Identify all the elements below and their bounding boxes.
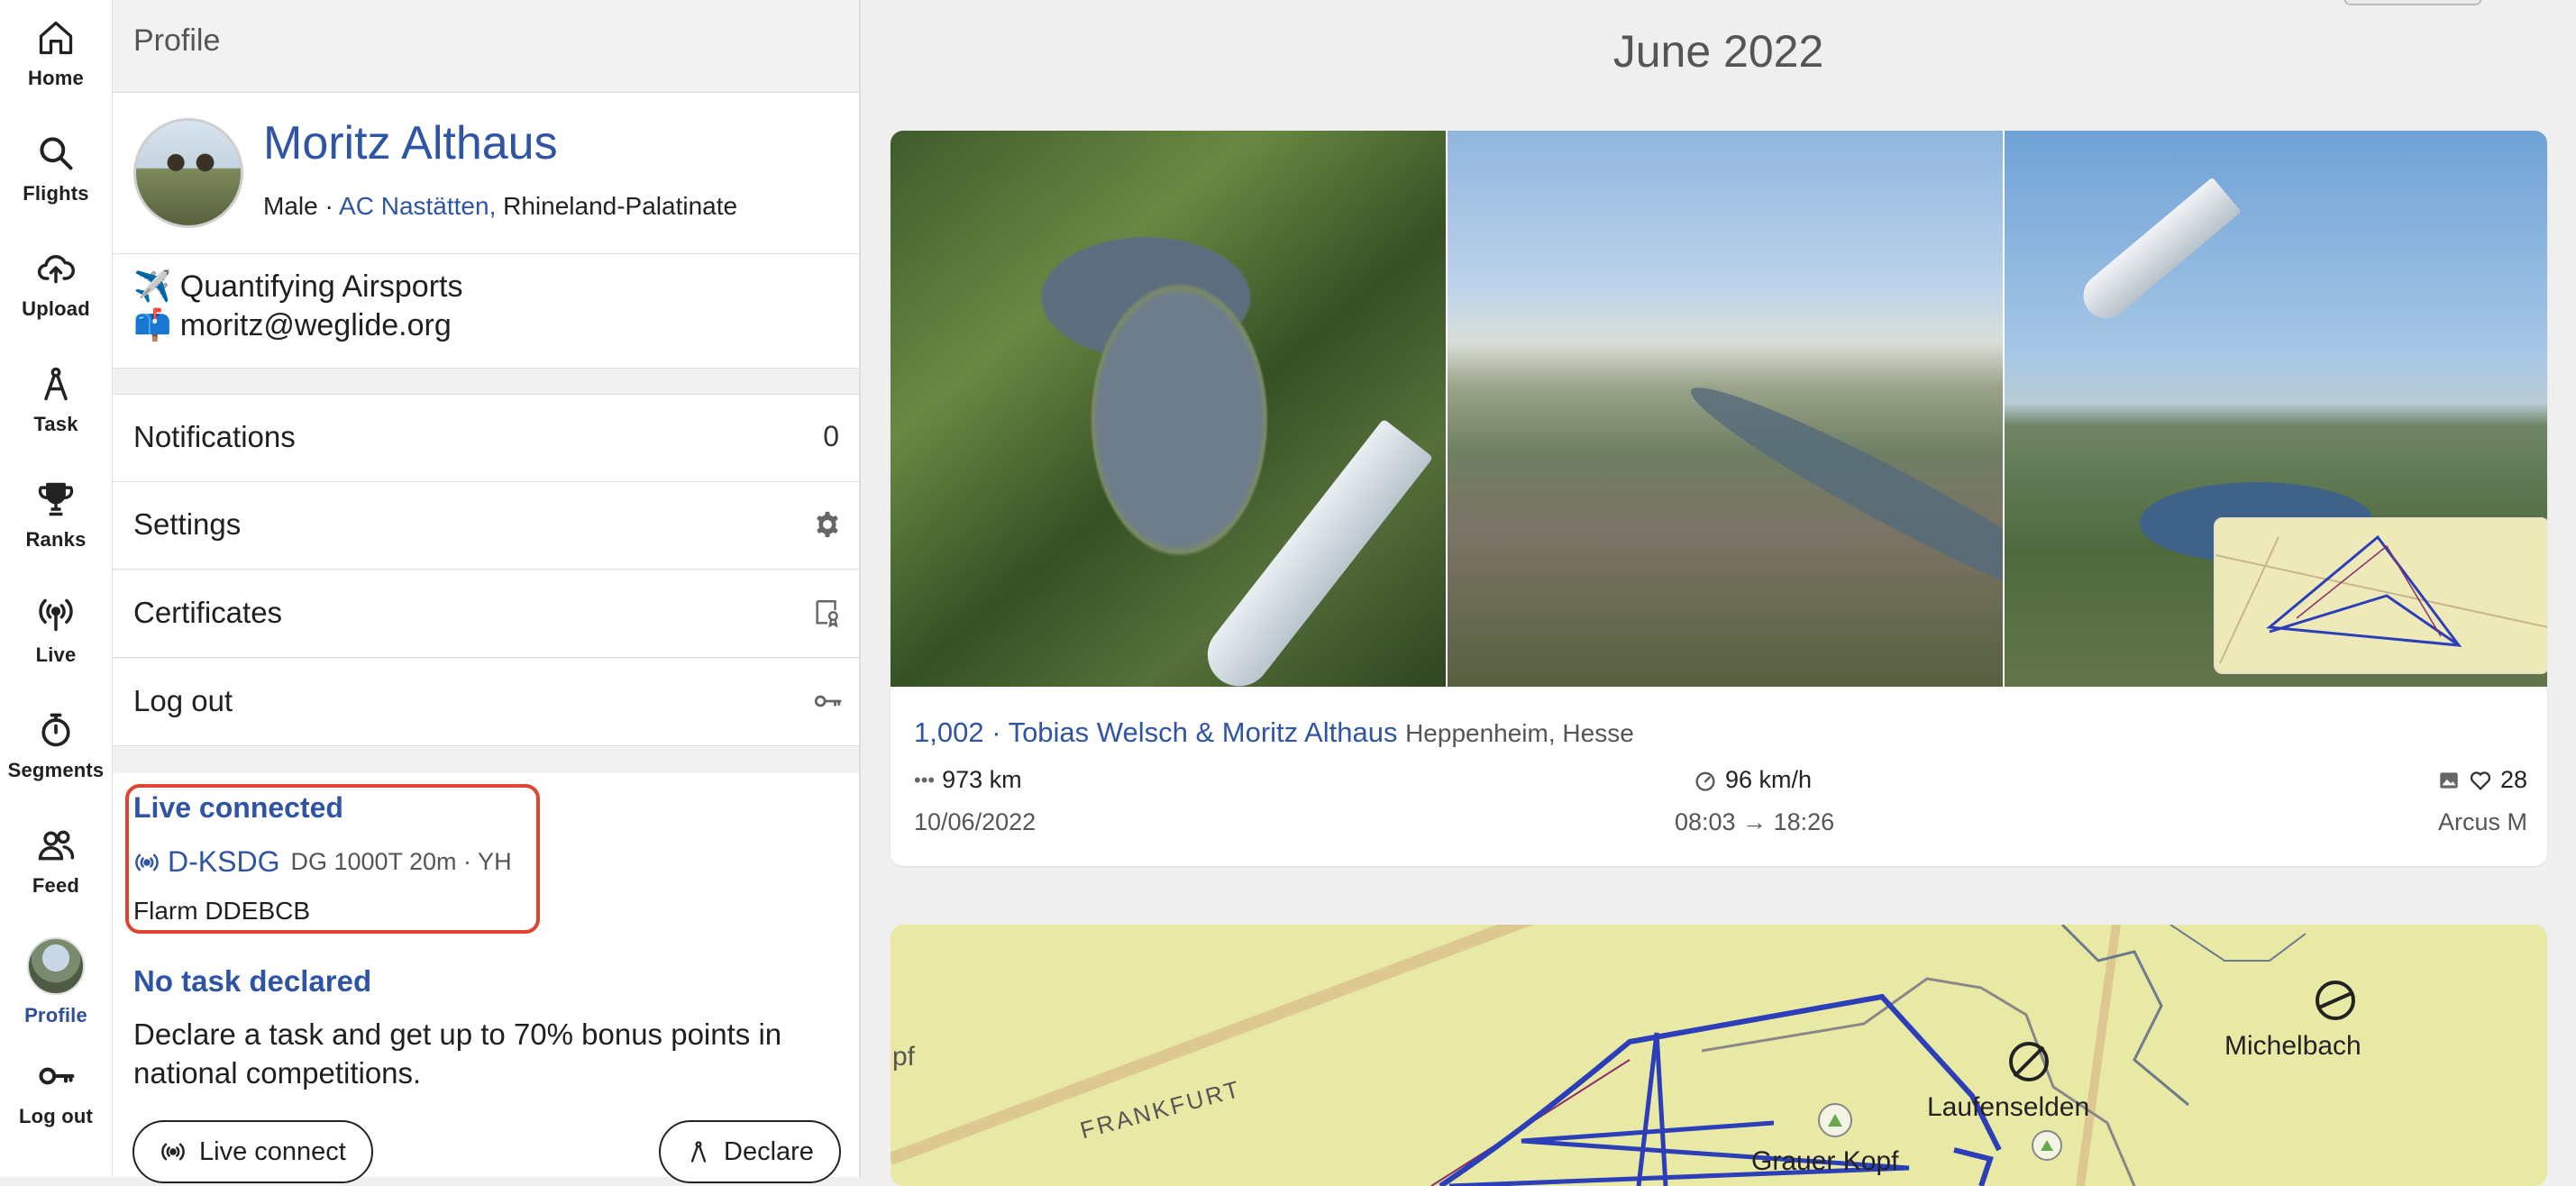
declare-button[interactable]: Declare (659, 1120, 841, 1183)
club-link[interactable]: AC Nastätten, (339, 192, 496, 220)
distance-stat: ••• 973 km (914, 766, 1022, 794)
search-icon (40, 137, 73, 170)
aircraft-type: DG 1000T 20m · YH (290, 848, 512, 875)
nav-item-ranks[interactable]: Ranks (0, 479, 112, 579)
image-icon (2440, 771, 2458, 789)
flight-title[interactable]: 1,002 · Tobias Welsch & Moritz Althaus (914, 716, 1397, 748)
certificates-label: Certificates (133, 596, 283, 629)
task-description: Declare a task and get up to 70% bonus p… (133, 1017, 782, 1090)
notifications-row[interactable]: Notifications 0 (113, 394, 859, 482)
nav-label: Log out (18, 1105, 94, 1127)
nav-item-profile[interactable]: Profile (0, 937, 112, 1036)
flight-time: 08:03 → 18:26 (1675, 808, 1835, 835)
home-icon (39, 21, 73, 55)
avatar[interactable] (133, 118, 243, 228)
flight-photo[interactable] (1448, 131, 2003, 687)
nav-label: Profile (24, 1004, 87, 1026)
panel-header: Profile (113, 0, 859, 93)
nav-label: Flights (23, 182, 89, 205)
key-icon (39, 1067, 75, 1085)
logout-row[interactable]: Log out (113, 659, 859, 746)
meta-separator: · (324, 192, 333, 220)
settings-row[interactable]: Settings (113, 482, 859, 570)
aircraft-registration: D-KSDG (168, 845, 280, 878)
profile-gender: Male (263, 192, 318, 220)
profile-name[interactable]: Moritz Althaus (263, 116, 558, 170)
distance-icon: ••• (914, 768, 936, 791)
nav-item-flights[interactable]: Flights (0, 133, 112, 233)
bio-line: ✈️ Quantifying Airsports (133, 269, 463, 304)
flarm-id: Flarm DDEBCB (133, 897, 311, 925)
likes-count: 28 (2499, 766, 2527, 793)
certificates-row[interactable]: Certificates (113, 570, 859, 658)
nav-item-feed[interactable]: Feed (0, 826, 112, 925)
broadcast-icon (39, 598, 73, 632)
gear-icon (817, 511, 838, 538)
page-title: Profile (133, 23, 221, 58)
profile-meta: Male · AC Nastätten, Rhineland-Palatinat… (263, 192, 737, 221)
nav-item-home[interactable]: Home (0, 18, 112, 117)
logout-label: Log out (133, 684, 233, 717)
certificate-icon (816, 600, 838, 628)
trophy-icon (38, 482, 74, 516)
profile-panel: Profile Moritz Althaus Male · AC Nastätt… (113, 0, 861, 1183)
map-label-michelbach: Michelbach (2224, 1031, 2361, 1061)
avatar (27, 937, 85, 995)
nav-item-upload[interactable]: Upload (0, 249, 112, 348)
nav-item-task[interactable]: Task (0, 364, 112, 463)
flight-location: Heppenheim, Hesse (1405, 719, 1634, 747)
scroll-tab[interactable] (2343, 0, 2482, 5)
speed-value: 96 km/h (1725, 766, 1813, 793)
flight-card[interactable]: 1,002 · Tobias Welsch & Moritz Althaus H… (891, 131, 2547, 866)
profile-summary: Moritz Althaus Male · AC Nastätten, Rhin… (113, 93, 859, 254)
nav-label: Segments (7, 759, 105, 781)
flight-date: 10/06/2022 (914, 808, 1037, 835)
map-label-pf: pf (892, 1042, 916, 1072)
broadcast-icon (161, 1143, 185, 1161)
task-status: No task declared (133, 964, 372, 998)
flight-aircraft: Arcus M (2437, 808, 2527, 835)
bio-email: 📫 moritz@weglide.org (133, 308, 452, 342)
flight-feed: June 2022 1,002 · Tobias Welsch & Moritz… (861, 0, 2576, 1186)
flight-map-thumbnail[interactable] (2214, 517, 2547, 674)
main-nav: Home Flights Upload Task Ranks Live Segm… (0, 0, 113, 1177)
live-connect-button[interactable]: Live connect (132, 1120, 373, 1183)
settings-label: Settings (133, 507, 242, 541)
nav-item-live[interactable]: Live (0, 595, 112, 694)
live-status: Live connected (133, 791, 343, 824)
nav-item-logout[interactable]: Log out (0, 1056, 112, 1155)
flight-photo[interactable] (891, 131, 1446, 687)
flight-map[interactable]: FRANKFURT pf Michelbach Laufenselden Gra… (891, 925, 2547, 1186)
likes-stat[interactable]: 28 (2437, 766, 2527, 794)
nav-label: Ranks (25, 528, 87, 551)
live-aircraft[interactable]: D-KSDG DG 1000T 20m · YH (133, 845, 512, 879)
nav-label: Task (33, 413, 78, 435)
broadcast-icon (135, 853, 159, 871)
stopwatch-icon (41, 713, 70, 747)
speedometer-icon (1695, 771, 1715, 791)
nav-label: Upload (22, 297, 90, 320)
speed-stat: 96 km/h (1693, 766, 1812, 794)
nav-label: Home (28, 67, 84, 89)
declare-label: Declare (724, 1136, 814, 1166)
people-icon (38, 830, 75, 861)
live-connect-label: Live connect (199, 1136, 346, 1166)
flight-title-line: 1,002 · Tobias Welsch & Moritz Althaus H… (914, 716, 1634, 749)
nav-label: Feed (32, 874, 80, 897)
notifications-count: 0 (823, 420, 839, 452)
cloud-upload-icon (37, 255, 75, 284)
map-label-laufenselden: Laufenselden (1927, 1092, 2090, 1122)
profile-bio: ✈️ Quantifying Airsports 📫 moritz@weglid… (113, 254, 859, 369)
notifications-label: Notifications (133, 420, 296, 453)
distance-value: 973 km (942, 766, 1022, 793)
heart-icon[interactable] (2468, 768, 2493, 793)
compass-icon (44, 367, 68, 401)
nav-item-segments[interactable]: Segments (0, 710, 112, 809)
key-icon (814, 695, 842, 707)
nav-label: Live (35, 643, 77, 666)
profile-region: Rhineland-Palatinate (503, 192, 738, 220)
map-label-grauer-kopf: Grauer Kopf (1751, 1146, 1899, 1176)
month-heading: June 2022 (1612, 26, 1824, 77)
compass-icon (690, 1141, 707, 1163)
